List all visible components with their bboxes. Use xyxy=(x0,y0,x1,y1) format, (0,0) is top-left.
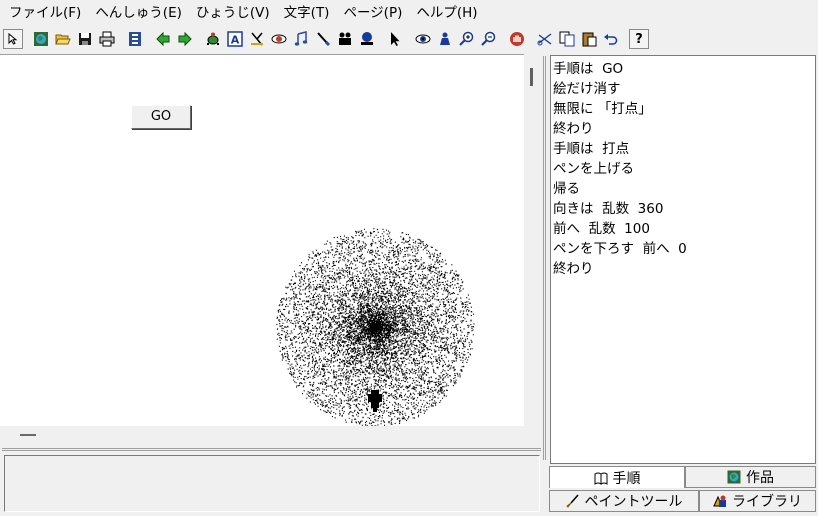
menu-help[interactable]: ヘルプ(H) xyxy=(409,3,484,23)
scissors-icon[interactable] xyxy=(535,29,555,49)
paintbrush-icon xyxy=(565,494,580,508)
horizontal-splitter[interactable] xyxy=(0,426,541,456)
arrow-left-icon[interactable] xyxy=(153,29,173,49)
tab-paint-tool[interactable]: ペイントツール xyxy=(549,490,699,512)
procedure-editor[interactable]: 手順は GO 絵だけ消す 無限に 「打点」 終わり 手順は 打点 ペンを上げる … xyxy=(550,55,816,464)
book-open-icon xyxy=(594,471,608,485)
code-line: 向きは 乱数 360 xyxy=(553,201,664,217)
tab-procedure[interactable]: 手順 xyxy=(549,466,685,488)
tab-library-label: ライブラリ xyxy=(732,494,802,510)
stop-hand-icon[interactable] xyxy=(507,29,527,49)
turtle-icon[interactable] xyxy=(203,29,223,49)
menu-file[interactable]: ファイル(F) xyxy=(2,3,88,23)
stamp-icon[interactable] xyxy=(357,29,377,49)
eye-icon[interactable] xyxy=(413,29,433,49)
vertical-splitter-line xyxy=(543,56,546,460)
help-label: ? xyxy=(635,31,643,47)
pointer-arrow-icon[interactable] xyxy=(385,29,405,49)
menu-edit[interactable]: へんしゅう(E) xyxy=(88,3,189,23)
code-line: 帰る xyxy=(553,181,580,197)
save-disk-icon[interactable] xyxy=(75,29,95,49)
person-icon[interactable] xyxy=(435,29,455,49)
arrow-right-icon[interactable] xyxy=(175,29,195,49)
code-line: ペンを下ろす 前へ 0 xyxy=(553,241,687,257)
copy-icon[interactable] xyxy=(557,29,577,49)
tab-library[interactable]: ライブラリ xyxy=(699,490,816,512)
turtle-icon xyxy=(368,390,382,412)
paste-icon[interactable] xyxy=(579,29,599,49)
camera-icon[interactable] xyxy=(335,29,355,49)
globe-icon xyxy=(727,470,741,484)
code-line: 手順は 打点 xyxy=(553,141,630,157)
tab-works-label: 作品 xyxy=(746,470,774,486)
zoom-in-icon[interactable] xyxy=(457,29,477,49)
zoom-out-icon[interactable] xyxy=(479,29,499,49)
text-a-icon[interactable]: A xyxy=(225,29,245,49)
menu-view[interactable]: ひょうじ(V) xyxy=(189,3,277,23)
undo-icon[interactable] xyxy=(601,29,621,49)
code-line: 前へ 乱数 100 xyxy=(553,221,650,237)
open-folder-icon[interactable] xyxy=(53,29,73,49)
scrollbar-thumb[interactable] xyxy=(530,68,533,86)
splitter-grip-icon xyxy=(20,434,36,436)
globe-icon[interactable] xyxy=(31,29,51,49)
pointer-small-icon[interactable] xyxy=(3,29,23,49)
shapes-icon xyxy=(713,494,727,508)
svg-text:A: A xyxy=(231,34,240,47)
book-icon[interactable] xyxy=(125,29,145,49)
brush-icon[interactable] xyxy=(313,29,333,49)
code-line: 無限に 「打点」 xyxy=(553,101,652,117)
text-cursor-icon[interactable] xyxy=(247,29,267,49)
go-button[interactable]: GO xyxy=(131,105,191,129)
eye-red-icon[interactable] xyxy=(269,29,289,49)
help-button[interactable]: ? xyxy=(629,29,649,49)
code-line: 終わり xyxy=(553,121,594,137)
code-line: ペンを上げる xyxy=(553,161,634,177)
menu-text[interactable]: 文字(T) xyxy=(277,3,337,23)
splitter-line xyxy=(2,448,541,451)
menu-bar: ファイル(F) へんしゅう(E) ひょうじ(V) 文字(T) ページ(P) ヘル… xyxy=(0,0,818,26)
print-icon[interactable] xyxy=(97,29,117,49)
toolbar: A ? xyxy=(0,26,818,52)
code-line: 終わり xyxy=(553,261,594,277)
tab-works[interactable]: 作品 xyxy=(685,466,816,488)
tab-paint-tool-label: ペイントツール xyxy=(584,494,683,510)
tab-procedure-label: 手順 xyxy=(612,470,641,487)
message-panel[interactable] xyxy=(4,455,540,512)
music-note-icon[interactable] xyxy=(291,29,311,49)
code-line: 絵だけ消す xyxy=(553,81,621,97)
random-dot-drawing xyxy=(276,228,475,427)
menu-page[interactable]: ページ(P) xyxy=(336,3,409,23)
app-window: ファイル(F) へんしゅう(E) ひょうじ(V) 文字(T) ページ(P) ヘル… xyxy=(0,0,818,516)
canvas-scrollbar[interactable] xyxy=(524,54,541,426)
code-line: 手順は GO xyxy=(553,61,624,77)
